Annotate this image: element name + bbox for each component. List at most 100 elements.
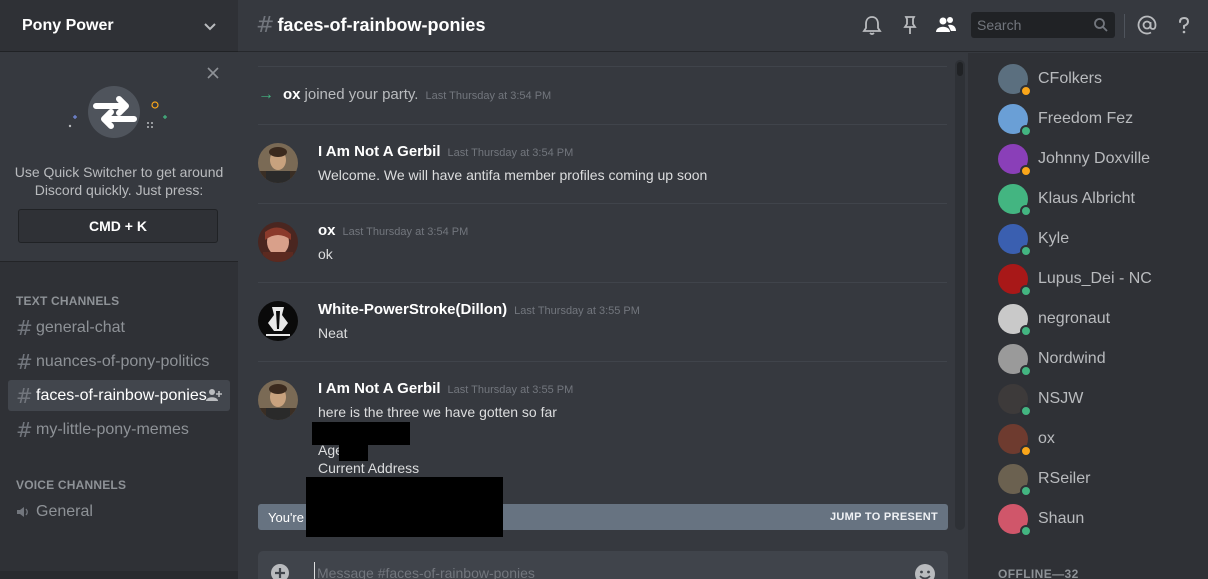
message-author[interactable]: ox	[318, 222, 336, 239]
help-icon[interactable]	[1173, 14, 1195, 36]
message-content: Welcome. We will have antifa member prof…	[318, 167, 708, 183]
hash-icon: #	[16, 349, 33, 374]
member-item[interactable]: Nordwind	[998, 341, 1198, 377]
redaction-box	[339, 442, 368, 461]
avatar[interactable]	[258, 380, 298, 420]
status-online-icon	[1020, 125, 1032, 137]
scrollbar[interactable]	[955, 60, 965, 530]
member-list: CFolkers Freedom Fez Johnny Doxville Klaus …	[968, 53, 1208, 579]
avatar	[998, 264, 1032, 297]
member-item[interactable]: CFolkers	[998, 61, 1198, 97]
member-item[interactable]: NSJW	[998, 381, 1198, 417]
member-name: CFolkers	[1038, 70, 1103, 87]
message-divider	[258, 124, 947, 125]
member-item[interactable]: Klaus Albricht	[998, 181, 1198, 217]
channel-label: faces-of-rainbow-ponies	[36, 386, 207, 404]
hash-icon: #	[256, 13, 275, 38]
timestamp: Last Thursday at 3:55 PM	[447, 384, 574, 396]
status-online-icon	[1020, 285, 1032, 297]
arrow-right-icon: →	[258, 86, 274, 103]
message-input[interactable]	[314, 562, 874, 579]
message-content: Neat	[318, 325, 348, 341]
jump-to-present-button[interactable]: JUMP TO PRESENT	[830, 511, 938, 523]
message-author[interactable]: I Am Not A Gerbil	[318, 143, 441, 160]
quick-switcher-tip: Use Quick Switcher to get around Discord…	[0, 52, 238, 262]
status-online-icon	[1020, 485, 1032, 497]
message-author[interactable]: I Am Not A Gerbil	[318, 380, 441, 397]
channel-general-chat[interactable]: # general-chat	[8, 312, 230, 343]
avatar[interactable]	[258, 301, 298, 341]
hash-icon: #	[16, 315, 33, 340]
avatar	[998, 304, 1032, 337]
channel-my-little-pony-memes[interactable]: # my-little-pony-memes	[8, 414, 230, 445]
avatar	[998, 224, 1032, 257]
search-input[interactable]: Search	[977, 17, 1021, 33]
member-item[interactable]: Kyle	[998, 221, 1198, 257]
quick-switcher-text: Use Quick Switcher to get around Discord…	[14, 164, 224, 198]
status-idle-icon	[1020, 165, 1032, 177]
member-item[interactable]: Freedom Fez	[998, 101, 1198, 137]
member-name: Shaun	[1038, 510, 1085, 527]
redaction-box	[306, 477, 503, 537]
status-online-icon	[1020, 525, 1032, 537]
server-header[interactable]: Pony Power	[0, 0, 238, 52]
text-channels-category[interactable]: TEXT CHANNELS	[16, 294, 119, 308]
user-panel-edge	[0, 571, 238, 579]
speaker-icon	[17, 506, 28, 517]
avatar	[998, 504, 1032, 537]
message-divider	[258, 203, 947, 204]
member-name: RSeiler	[1038, 470, 1091, 487]
avatar[interactable]	[258, 143, 298, 183]
message-divider	[258, 66, 947, 67]
quick-switcher-shortcut-button[interactable]: CMD + K	[18, 209, 218, 243]
member-item[interactable]: negronaut	[998, 301, 1198, 337]
close-icon[interactable]	[206, 66, 220, 80]
member-item[interactable]: Shaun	[998, 501, 1198, 537]
emoji-icon[interactable]	[914, 563, 936, 579]
message-author[interactable]: White-PowerStroke(Dillon)	[318, 301, 507, 318]
status-online-icon	[1020, 245, 1032, 257]
message-composer	[258, 551, 948, 579]
member-item[interactable]: ox	[998, 421, 1198, 457]
new-messages-text: You're	[268, 509, 304, 525]
pin-icon[interactable]	[899, 14, 921, 36]
toolbar-divider	[1124, 14, 1125, 38]
scrollbar-thumb[interactable]	[957, 62, 963, 76]
member-name: Freedom Fez	[1038, 110, 1134, 127]
member-item[interactable]: RSeiler	[998, 461, 1198, 497]
member-item[interactable]: Lupus_Dei - NC	[998, 261, 1198, 297]
system-join-message: → ox joined your party. Last Thursday at…	[258, 86, 551, 104]
avatar	[998, 424, 1032, 457]
avatar	[998, 64, 1032, 97]
status-online-icon	[1020, 205, 1032, 217]
channel-label: my-little-pony-memes	[36, 420, 189, 438]
member-name: negronaut	[1038, 310, 1111, 327]
hash-icon: #	[16, 417, 33, 442]
add-attachment-icon[interactable]	[270, 563, 290, 579]
voice-channels-category[interactable]: VOICE CHANNELS	[16, 478, 126, 492]
timestamp: Last Thursday at 3:55 PM	[514, 305, 640, 317]
channel-label: general-chat	[36, 318, 125, 336]
chevron-down-icon[interactable]	[202, 18, 218, 34]
search-bar[interactable]: Search	[971, 12, 1115, 38]
mention-icon[interactable]	[1136, 14, 1158, 36]
member-list-icon[interactable]	[935, 14, 957, 36]
join-username[interactable]: ox	[283, 86, 301, 103]
server-name: Pony Power	[22, 16, 114, 34]
avatar	[998, 464, 1032, 497]
voice-channel-general[interactable]: General	[8, 496, 230, 527]
member-name: ox	[1038, 430, 1055, 447]
bell-icon[interactable]	[861, 14, 883, 36]
channel-label: nuances-of-pony-politics	[36, 352, 210, 370]
add-user-icon[interactable]	[206, 388, 222, 402]
avatar[interactable]	[258, 222, 298, 262]
avatar	[998, 184, 1032, 217]
member-name: Kyle	[1038, 230, 1070, 247]
member-name: Johnny Doxville	[1038, 150, 1151, 167]
member-item[interactable]: Johnny Doxville	[998, 141, 1198, 177]
avatar	[998, 144, 1032, 177]
channel-nuances-of-pony-politics[interactable]: # nuances-of-pony-politics	[8, 346, 230, 377]
channel-faces-of-rainbow-ponies[interactable]: # faces-of-rainbow-ponies	[8, 380, 230, 411]
status-online-icon	[1020, 405, 1032, 417]
member-name: Nordwind	[1038, 350, 1106, 367]
